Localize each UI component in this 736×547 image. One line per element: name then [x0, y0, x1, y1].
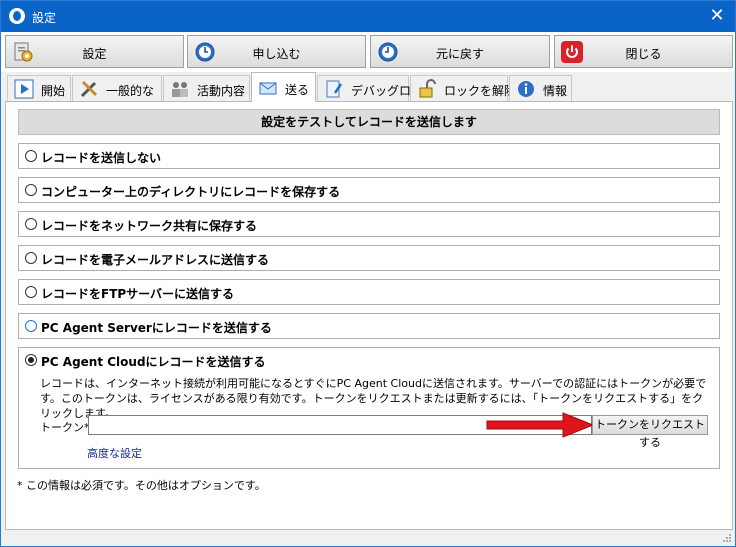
toolbar: 設定 申し込む 元に戻す 閉じる — [1, 32, 735, 72]
option-send-ftp-radio[interactable] — [25, 286, 37, 298]
option-send-agent-server[interactable]: PC Agent Serverにレコードを送信する — [18, 313, 720, 339]
test-send-header[interactable]: 設定をテストしてレコードを送信します — [18, 109, 720, 135]
settings-window: 設定 ✕ 設定 申し込む 元に戻す 閉じる 開始 一般的な 活動内容 送る デバ… — [0, 0, 736, 547]
play-icon — [14, 79, 34, 99]
option-save-network-share[interactable]: レコードをネットワーク共有に保存する — [18, 211, 720, 237]
tab-send[interactable]: 送る — [251, 72, 316, 102]
settings-button-label: 設定 — [82, 47, 107, 61]
window-title: 設定 — [32, 11, 57, 25]
tab-activity-label: 活動内容 — [197, 84, 246, 98]
option-no-send-label: レコードを送信しない — [41, 151, 162, 165]
required-footnote: * この情報は必須です。その他はオプションです。 — [17, 479, 266, 492]
tools-icon — [79, 79, 99, 99]
send-panel: 設定をテストしてレコードを送信します レコードを送信しない コンピューター上のデ… — [5, 101, 733, 530]
option-send-ftp[interactable]: レコードをFTPサーバーに送信する — [18, 279, 720, 305]
option-send-agent-server-label: PC Agent Serverにレコードを送信する — [41, 321, 272, 335]
close-button[interactable]: 閉じる — [554, 35, 733, 68]
tab-bar: 開始 一般的な 活動内容 送る デバッグログ ロックを解除 情報 — [1, 72, 735, 102]
option-save-local-directory[interactable]: コンピューター上のディレクトリにレコードを保存する — [18, 177, 720, 203]
revert-button-label: 元に戻す — [435, 47, 484, 61]
tab-debug-log[interactable]: デバッグログ — [317, 75, 423, 101]
settings-button[interactable]: 設定 — [5, 35, 184, 68]
tab-activity[interactable]: 活動内容 — [163, 75, 250, 101]
option-send-ftp-label: レコードをFTPサーバーに送信する — [41, 287, 235, 301]
tab-send-label: 送る — [285, 83, 310, 97]
debug-log-icon — [324, 79, 344, 99]
option-save-network-share-label: レコードをネットワーク共有に保存する — [41, 219, 258, 233]
option-send-agent-cloud[interactable]: PC Agent Cloudにレコードを送信する レコードは、インターネット接続… — [18, 347, 720, 469]
close-button-label: 閉じる — [625, 47, 662, 61]
app-logo-icon — [9, 8, 25, 24]
option-send-agent-cloud-radio[interactable] — [25, 354, 37, 366]
apply-button-label: 申し込む — [252, 47, 301, 61]
option-send-email-radio[interactable] — [25, 252, 37, 264]
tab-general-label: 一般的な — [106, 84, 155, 98]
option-send-email[interactable]: レコードを電子メールアドレスに送信する — [18, 245, 720, 271]
activity-icon — [170, 79, 190, 99]
option-save-local-directory-radio[interactable] — [25, 184, 37, 196]
tab-info[interactable]: 情報 — [509, 75, 572, 101]
advanced-settings-link[interactable]: 高度な設定 — [87, 445, 142, 461]
info-icon — [516, 79, 536, 99]
tab-unlock[interactable]: ロックを解除 — [410, 75, 516, 101]
unlock-icon — [417, 79, 437, 99]
close-window-button[interactable]: ✕ — [705, 4, 729, 28]
revert-button[interactable]: 元に戻す — [370, 35, 550, 68]
token-label: トークン*: — [40, 421, 94, 434]
option-no-send-radio[interactable] — [25, 150, 37, 162]
title-bar: 設定 ✕ — [1, 1, 735, 32]
tab-unlock-label: ロックを解除 — [444, 84, 517, 98]
tab-general[interactable]: 一般的な — [72, 75, 162, 101]
resize-grip-icon[interactable] — [722, 533, 732, 543]
request-token-button[interactable]: トークンをリクエストする — [592, 415, 708, 449]
red-arrow-annotation — [486, 412, 595, 438]
option-save-local-directory-label: コンピューター上のディレクトリにレコードを保存する — [41, 185, 341, 199]
option-send-email-label: レコードを電子メールアドレスに送信する — [41, 253, 270, 267]
apply-button[interactable]: 申し込む — [187, 35, 366, 68]
tab-start[interactable]: 開始 — [7, 75, 71, 101]
option-send-agent-cloud-label: PC Agent Cloudにレコードを送信する — [41, 355, 266, 369]
tab-info-label: 情報 — [543, 84, 568, 98]
option-send-agent-server-radio[interactable] — [25, 320, 37, 332]
option-save-network-share-radio[interactable] — [25, 218, 37, 230]
tab-start-label: 開始 — [41, 84, 66, 98]
option-no-send[interactable]: レコードを送信しない — [18, 143, 720, 169]
send-mail-icon — [258, 78, 278, 98]
